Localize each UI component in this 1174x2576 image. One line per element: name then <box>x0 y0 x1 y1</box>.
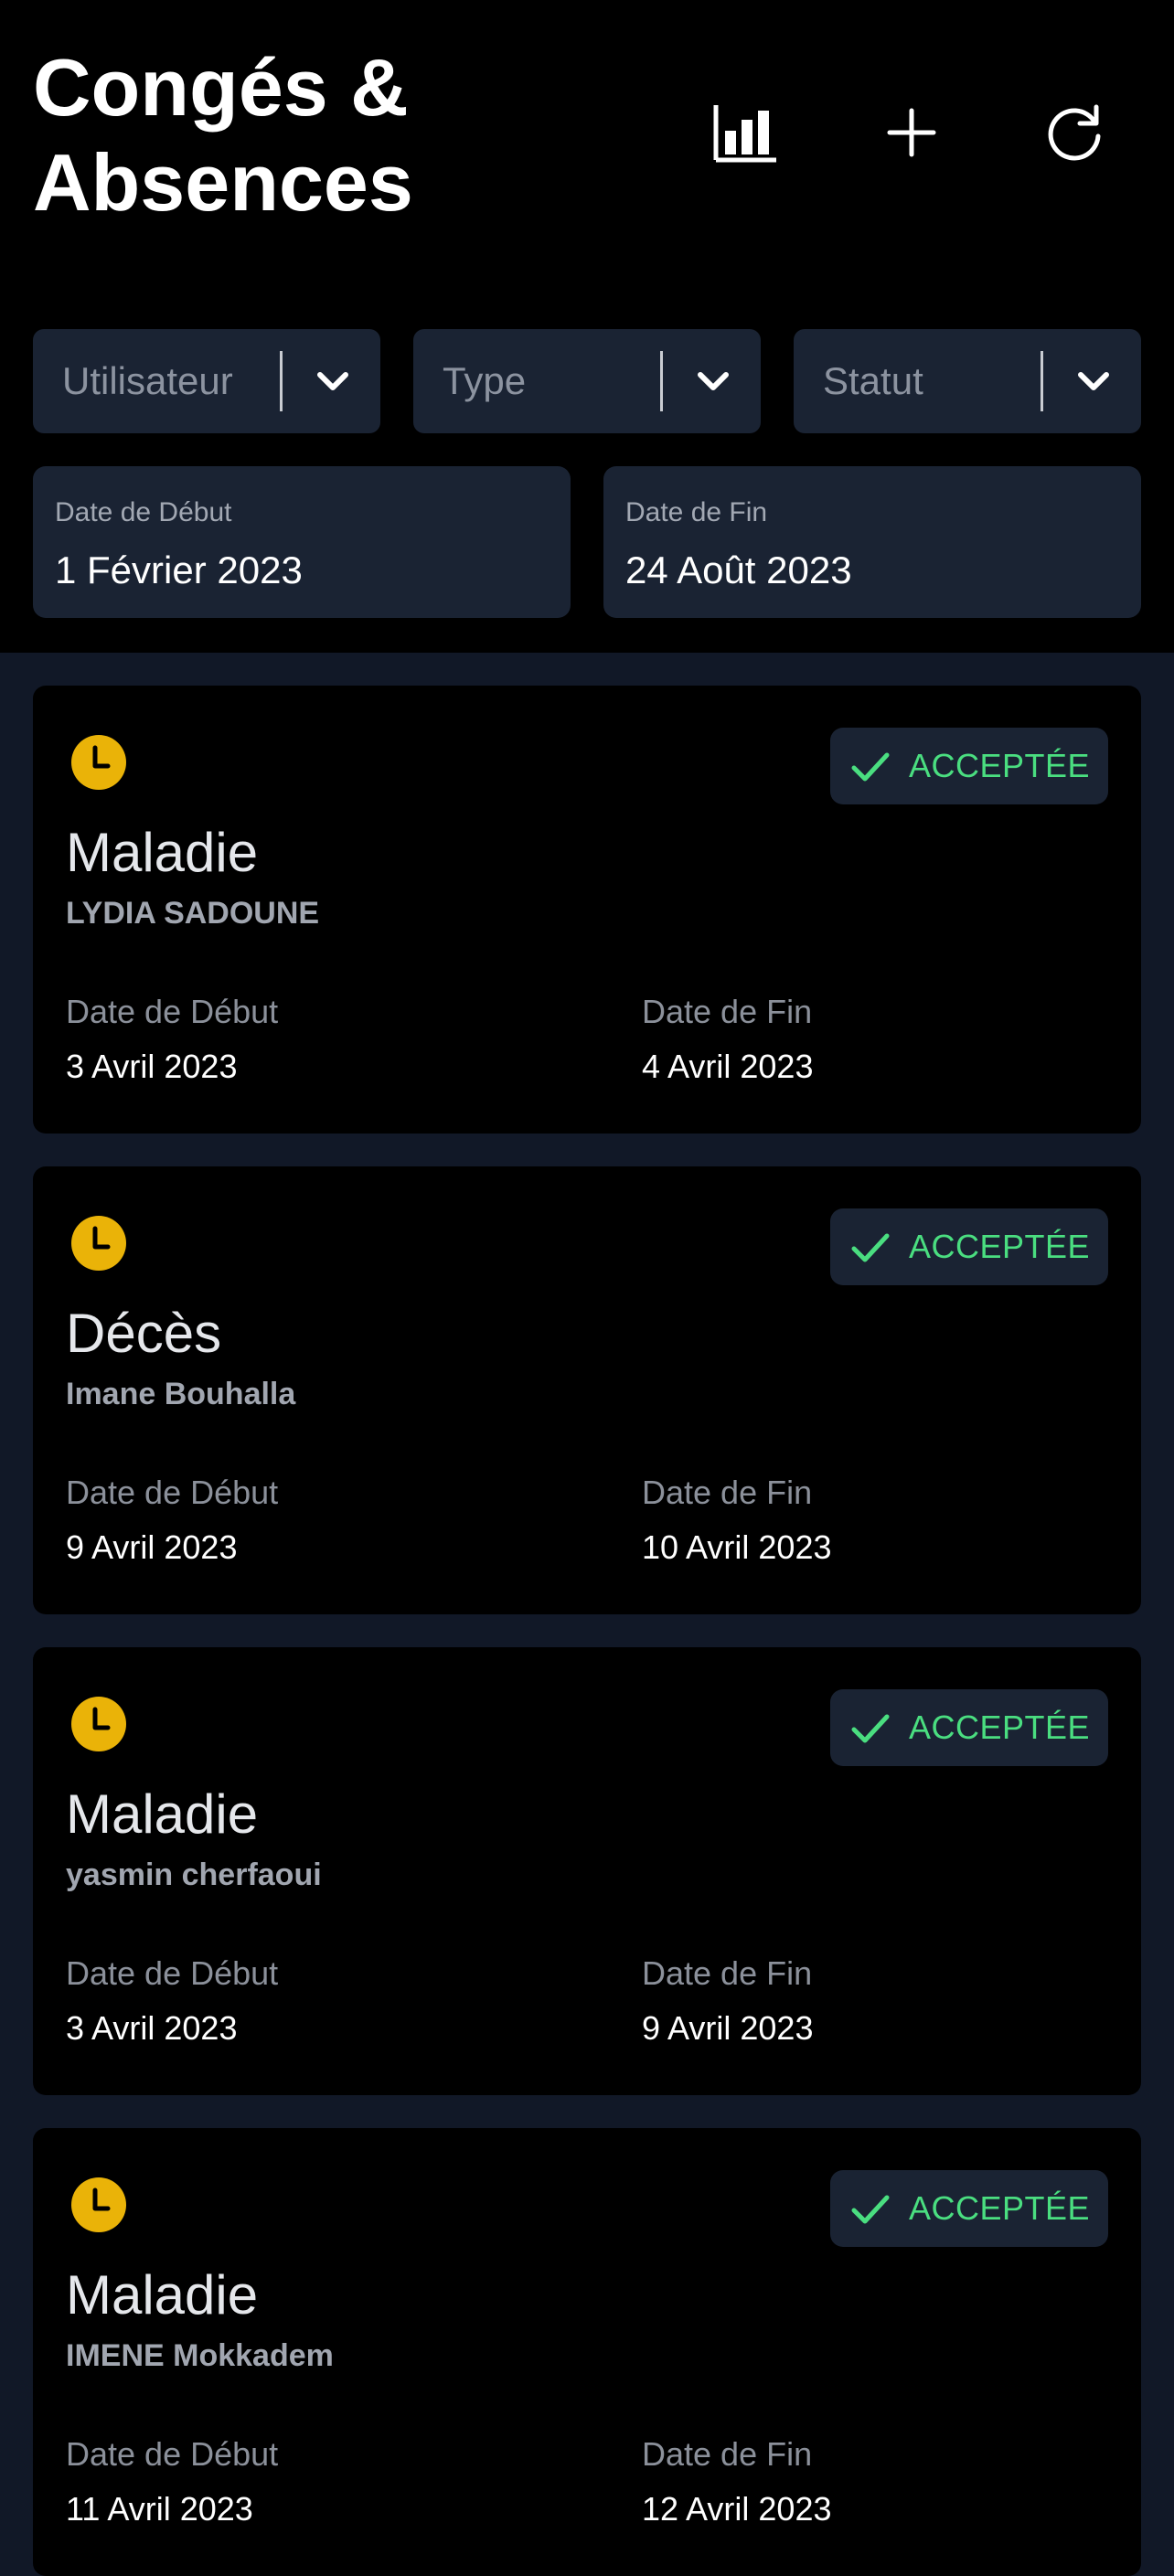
chevron-down-icon <box>698 372 729 390</box>
leave-type: Maladie <box>66 2264 259 2326</box>
status-label: ACCEPTÉE <box>908 2189 1091 2227</box>
leave-card[interactable]: ACCEPTÉE Maladie IMENE Mokkadem Date de … <box>33 2128 1141 2576</box>
leave-type: Maladie <box>66 1783 259 1845</box>
start-date-label: Date de Début <box>66 2435 279 2473</box>
start-date-value: 1 Février 2023 <box>55 548 303 591</box>
chevron-down-icon <box>317 372 348 390</box>
page-title-line-2: Absences <box>33 137 413 228</box>
start-date-value: 3 Avril 2023 <box>66 2009 238 2047</box>
header: Congés & Absences Utilisateur Type Statu… <box>0 0 1174 653</box>
start-date-value: 3 Avril 2023 <box>66 1048 238 1085</box>
clock-icon <box>71 735 126 790</box>
end-date-label: Date de Fin <box>642 1474 813 1511</box>
start-date-value: 11 Avril 2023 <box>66 2490 253 2528</box>
leave-card[interactable]: ACCEPTÉE Décès Imane Bouhalla Date de Dé… <box>33 1166 1141 1614</box>
employee-name: IMENE Mokkadem <box>66 2338 334 2373</box>
checkmark-icon <box>851 1714 890 1743</box>
refresh-icon <box>1048 104 1101 161</box>
end-date-label: Date de Fin <box>642 2435 813 2473</box>
page-title: Congés & Absences <box>33 40 413 230</box>
status-badge: ACCEPTÉE <box>830 1208 1108 1285</box>
end-date-value: 4 Avril 2023 <box>642 1048 814 1085</box>
employee-name: LYDIA SADOUNE <box>66 896 320 931</box>
end-date-label: Date de Fin <box>642 993 813 1030</box>
status-label: ACCEPTÉE <box>908 1708 1091 1746</box>
start-date-label: Date de Début <box>66 993 279 1030</box>
status-badge: ACCEPTÉE <box>830 2170 1108 2247</box>
clock-icon <box>71 2177 126 2232</box>
leave-type: Maladie <box>66 822 259 883</box>
divider <box>1041 351 1043 411</box>
chevron-down-icon <box>1078 372 1109 390</box>
user-filter-label: Utilisateur <box>62 359 233 402</box>
type-filter-label: Type <box>443 359 527 402</box>
bar-chart-icon <box>713 105 776 163</box>
user-filter-dropdown[interactable]: Utilisateur <box>33 329 380 433</box>
page-title-line-1: Congés & <box>33 42 409 133</box>
clock-icon <box>71 1697 126 1751</box>
divider <box>660 351 663 411</box>
status-badge: ACCEPTÉE <box>830 728 1108 804</box>
checkmark-icon <box>851 752 890 782</box>
checkmark-icon <box>851 2195 890 2224</box>
leave-card[interactable]: ACCEPTÉE Maladie yasmin cherfaoui Date d… <box>33 1647 1141 2095</box>
start-date-value: 9 Avril 2023 <box>66 1528 238 1566</box>
start-date-label: Date de Début <box>66 1474 279 1511</box>
start-date-label: Date de Début <box>55 497 232 527</box>
status-filter-dropdown[interactable]: Statut <box>794 329 1141 433</box>
add-button[interactable] <box>870 91 953 174</box>
status-badge: ACCEPTÉE <box>830 1689 1108 1766</box>
employee-name: yasmin cherfaoui <box>66 1857 322 1892</box>
end-date-label: Date de Fin <box>625 497 768 527</box>
leave-card[interactable]: ACCEPTÉE Maladie LYDIA SADOUNE Date de D… <box>33 686 1141 1134</box>
end-date-value: 12 Avril 2023 <box>642 2490 832 2528</box>
end-date-value: 24 Août 2023 <box>625 548 852 591</box>
end-date-value: 9 Avril 2023 <box>642 2009 814 2047</box>
divider <box>280 351 283 411</box>
status-filter-label: Statut <box>823 359 923 402</box>
type-filter-dropdown[interactable]: Type <box>413 329 761 433</box>
start-date-picker[interactable]: Date de Début 1 Février 2023 <box>33 466 571 618</box>
employee-name: Imane Bouhalla <box>66 1377 296 1411</box>
status-label: ACCEPTÉE <box>908 747 1091 784</box>
leave-type: Décès <box>66 1303 222 1364</box>
end-date-value: 10 Avril 2023 <box>642 1528 832 1566</box>
end-date-label: Date de Fin <box>642 1954 813 1992</box>
plus-icon <box>887 108 936 157</box>
refresh-button[interactable] <box>1033 91 1115 174</box>
checkmark-icon <box>851 1233 890 1262</box>
status-label: ACCEPTÉE <box>908 1228 1091 1265</box>
clock-icon <box>71 1216 126 1271</box>
start-date-label: Date de Début <box>66 1954 279 1992</box>
end-date-picker[interactable]: Date de Fin 24 Août 2023 <box>603 466 1141 618</box>
stats-button[interactable] <box>704 91 786 174</box>
